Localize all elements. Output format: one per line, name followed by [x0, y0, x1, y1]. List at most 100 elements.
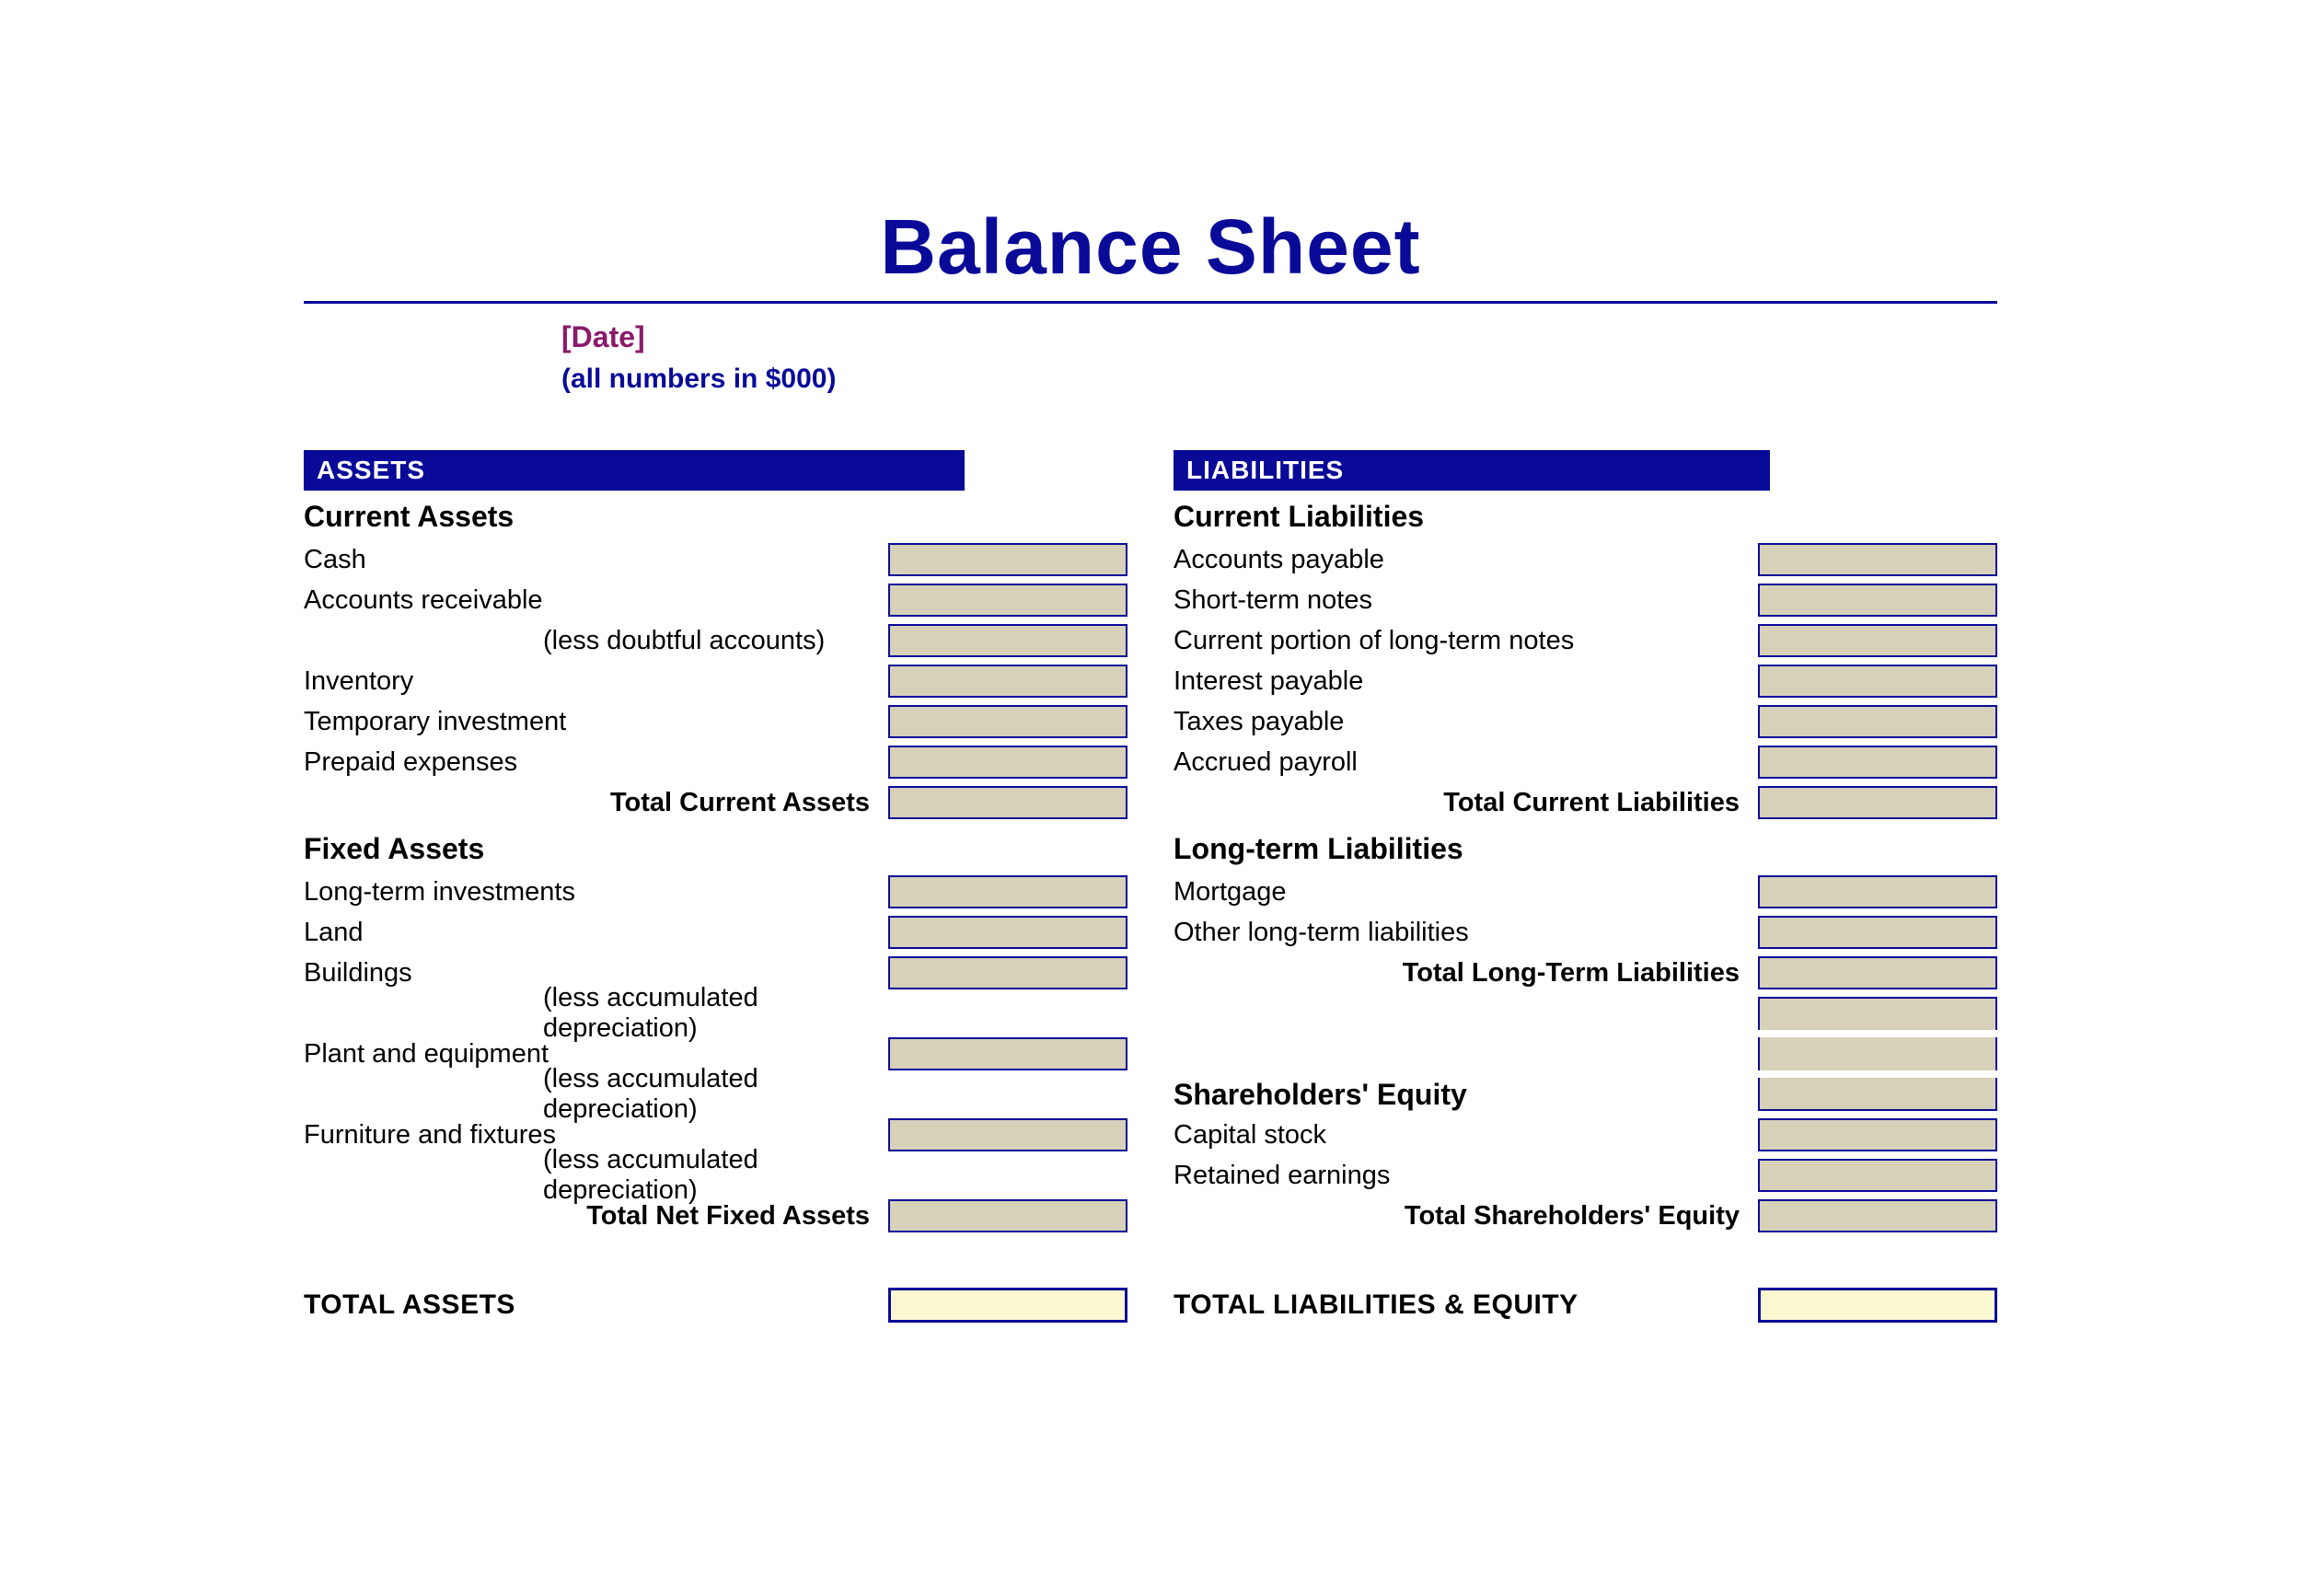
assets-column: ASSETS Current Assets Cash Accounts rece…: [304, 450, 1127, 1328]
date-placeholder: [Date]: [561, 320, 1997, 354]
row-dep3: (less accumulated depreciation): [304, 1155, 1127, 1196]
label-dep1: (less accumulated depreciation): [304, 983, 888, 1044]
cell-tempinvest[interactable]: [888, 705, 1127, 738]
cell-inventory[interactable]: [888, 665, 1127, 698]
current-assets-title: Current Assets: [304, 500, 1127, 534]
cell-furniture[interactable]: [888, 1118, 1127, 1151]
label-doubtful: (less doubtful accounts): [304, 626, 888, 656]
row-cash: Cash: [304, 539, 1127, 580]
cell-mortgage[interactable]: [1758, 875, 1997, 908]
label-dep3: (less accumulated depreciation): [304, 1145, 888, 1206]
row-total-current-assets: Total Current Assets: [304, 782, 1127, 823]
row-mortgage: Mortgage: [1174, 872, 1997, 912]
columns: ASSETS Current Assets Cash Accounts rece…: [304, 450, 1997, 1328]
document-title: Balance Sheet: [304, 202, 1997, 292]
row-total-lt: Total Long-Term Liabilities: [1174, 953, 1997, 993]
cell-total-assets[interactable]: [888, 1288, 1127, 1323]
label-land: Land: [304, 918, 888, 948]
cell-total-lt[interactable]: [1758, 956, 1997, 989]
cell-ltinvest[interactable]: [888, 875, 1127, 908]
cell-cash[interactable]: [888, 543, 1127, 576]
label-interest: Interest payable: [1174, 666, 1758, 697]
row-otherlt: Other long-term liabilities: [1174, 912, 1997, 953]
label-ltinvest: Long-term investments: [304, 877, 888, 908]
label-ltportion: Current portion of long-term notes: [1174, 626, 1758, 656]
balance-sheet: Balance Sheet [Date] (all numbers in $00…: [0, 0, 2301, 1328]
label-total-current-assets: Total Current Assets: [304, 788, 888, 818]
row-interest: Interest payable: [1174, 661, 1997, 701]
cell-total-equity[interactable]: [1758, 1199, 1997, 1232]
equity-title: Shareholders' Equity: [1174, 1078, 1758, 1112]
row-ltinvest: Long-term investments: [304, 872, 1127, 912]
row-retained: Retained earnings: [1174, 1155, 1997, 1196]
cell-total-current-assets[interactable]: [888, 786, 1127, 819]
cell-buildings[interactable]: [888, 956, 1127, 989]
cell-stnotes[interactable]: [1758, 584, 1997, 617]
label-ar: Accounts receivable: [304, 585, 888, 616]
cell-total-liab-equity[interactable]: [1758, 1288, 1997, 1323]
row-dep2: (less accumulated depreciation): [304, 1074, 1127, 1115]
cell-ar[interactable]: [888, 584, 1127, 617]
cell-total-fixed[interactable]: [888, 1199, 1127, 1232]
cell-otherlt[interactable]: [1758, 916, 1997, 949]
label-total-current-liab: Total Current Liabilities: [1174, 788, 1758, 818]
row-total-assets: TOTAL ASSETS: [304, 1282, 1127, 1328]
label-tempinvest: Temporary investment: [304, 707, 888, 737]
label-inventory: Inventory: [304, 666, 888, 697]
title-divider: [304, 301, 1997, 304]
label-stnotes: Short-term notes: [1174, 585, 1758, 616]
cell-doubtful[interactable]: [888, 624, 1127, 657]
cell-land[interactable]: [888, 916, 1127, 949]
row-land: Land: [304, 912, 1127, 953]
cell-gap1: [1758, 997, 1997, 1030]
row-taxes: Taxes payable: [1174, 701, 1997, 742]
liabilities-header: LIABILITIES: [1174, 450, 1770, 491]
cell-taxes[interactable]: [1758, 705, 1997, 738]
label-ap: Accounts payable: [1174, 545, 1758, 575]
fixed-assets-title: Fixed Assets: [304, 832, 1127, 866]
cell-ap[interactable]: [1758, 543, 1997, 576]
row-total-liab-equity: TOTAL LIABILITIES & EQUITY: [1174, 1282, 1997, 1328]
row-stnotes: Short-term notes: [1174, 580, 1997, 620]
row-inventory: Inventory: [304, 661, 1127, 701]
label-capital: Capital stock: [1174, 1120, 1758, 1151]
row-gap2: [1174, 1034, 1997, 1074]
cell-payroll[interactable]: [1758, 746, 1997, 779]
label-total-fixed: Total Net Fixed Assets: [304, 1201, 888, 1232]
cell-retained[interactable]: [1758, 1159, 1997, 1192]
liabilities-column: LIABILITIES Current Liabilities Accounts…: [1174, 450, 1997, 1328]
row-tempinvest: Temporary investment: [304, 701, 1127, 742]
label-payroll: Accrued payroll: [1174, 747, 1758, 778]
label-cash: Cash: [304, 545, 888, 575]
label-retained: Retained earnings: [1174, 1161, 1758, 1191]
cell-interest[interactable]: [1758, 665, 1997, 698]
row-doubtful: (less doubtful accounts): [304, 620, 1127, 661]
cell-plant[interactable]: [888, 1037, 1127, 1070]
units-note: (all numbers in $000): [561, 364, 1997, 395]
cell-capital[interactable]: [1758, 1118, 1997, 1151]
row-ap: Accounts payable: [1174, 539, 1997, 580]
longterm-liabilities-title: Long-term Liabilities: [1174, 832, 1997, 866]
label-total-liab-equity: TOTAL LIABILITIES & EQUITY: [1174, 1290, 1758, 1321]
row-ltportion: Current portion of long-term notes: [1174, 620, 1997, 661]
label-prepaid: Prepaid expenses: [304, 747, 888, 778]
row-equity-title: Shareholders' Equity: [1174, 1074, 1997, 1115]
cell-total-current-liab[interactable]: [1758, 786, 1997, 819]
cell-gap2: [1758, 1037, 1997, 1070]
label-mortgage: Mortgage: [1174, 877, 1758, 908]
cell-prepaid[interactable]: [888, 746, 1127, 779]
cell-gap3: [1758, 1078, 1997, 1111]
row-ar: Accounts receivable: [304, 580, 1127, 620]
current-liabilities-title: Current Liabilities: [1174, 500, 1997, 534]
row-total-fixed: Total Net Fixed Assets: [304, 1196, 1127, 1236]
row-dep1: (less accumulated depreciation): [304, 993, 1127, 1034]
label-total-assets: TOTAL ASSETS: [304, 1290, 888, 1321]
cell-ltportion[interactable]: [1758, 624, 1997, 657]
row-total-current-liab: Total Current Liabilities: [1174, 782, 1997, 823]
row-capital: Capital stock: [1174, 1115, 1997, 1155]
label-total-lt: Total Long-Term Liabilities: [1174, 958, 1758, 989]
row-payroll: Accrued payroll: [1174, 742, 1997, 782]
label-otherlt: Other long-term liabilities: [1174, 918, 1758, 948]
label-total-equity: Total Shareholders' Equity: [1174, 1201, 1758, 1232]
row-gap1: [1174, 993, 1997, 1034]
